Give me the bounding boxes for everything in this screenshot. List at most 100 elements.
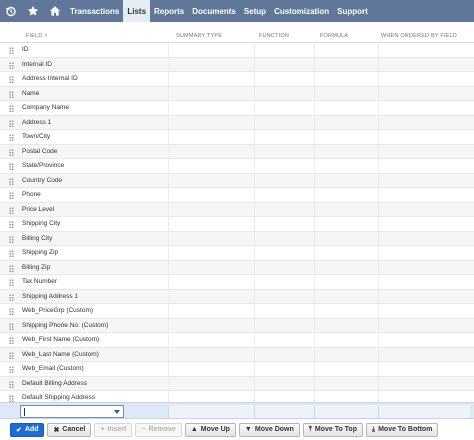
nav-reports[interactable]: Reports [150, 0, 188, 22]
table-row[interactable]: Address 1 [0, 115, 474, 130]
column-divider [314, 202, 315, 216]
table-row[interactable]: Company Name [0, 101, 474, 116]
favorites-star-icon[interactable] [22, 0, 44, 22]
table-row[interactable]: Shipping Address 1 [0, 289, 474, 304]
drag-handle-icon[interactable] [9, 105, 14, 112]
table-row[interactable]: Town/City [0, 130, 474, 145]
table-row[interactable]: Tax Number [0, 275, 474, 290]
column-divider [378, 159, 379, 173]
table-row[interactable]: Web_Last Name (Custom) [0, 347, 474, 362]
nav-documents[interactable]: Documents [188, 0, 240, 22]
drag-handle-icon[interactable] [9, 395, 14, 402]
drag-handle-icon[interactable] [9, 366, 14, 373]
table-row[interactable]: Shipping Zip [0, 246, 474, 261]
table-row[interactable]: Postal Code [0, 144, 474, 159]
drag-handle-icon[interactable] [9, 163, 14, 170]
move-down-button[interactable]: ▼ Move Down [238, 422, 300, 437]
button-bar: ✔ Add ✖ Cancel + Insert − Remove ▲ Move Up ▼ M… [0, 419, 474, 440]
drag-handle-icon[interactable] [9, 119, 14, 127]
column-divider [314, 376, 315, 390]
column-divider [378, 72, 379, 86]
column-header-when-ordered-by-field: WHEN ORDERED BY FIELD [381, 33, 457, 39]
drag-handle-icon[interactable] [9, 235, 14, 243]
drag-handle-icon[interactable] [9, 308, 14, 315]
field-name: Web_First Name (Custom) [22, 336, 100, 343]
column-divider [168, 43, 169, 57]
drag-handle-icon[interactable] [9, 337, 14, 344]
insert-button[interactable]: + Insert [94, 422, 133, 437]
plus-icon: + [100, 426, 105, 433]
field-name: Address 1 [22, 118, 52, 126]
drag-handle-icon[interactable] [9, 192, 14, 199]
table-row[interactable]: Web_Email (Custom) [0, 362, 474, 377]
column-divider [378, 101, 379, 115]
table-row[interactable]: Phone [0, 188, 474, 203]
column-divider [254, 101, 255, 115]
drag-handle-icon[interactable] [9, 206, 14, 214]
column-divider [168, 289, 169, 303]
column-header-field[interactable]: FIELD ˄ [26, 29, 48, 43]
table-row[interactable]: Shipping City [0, 217, 474, 232]
table-row[interactable]: Internal ID [0, 57, 474, 72]
column-divider [168, 57, 169, 71]
column-divider [378, 275, 379, 289]
nav-lists[interactable]: Lists [123, 0, 151, 22]
drag-handle-icon[interactable] [9, 61, 14, 69]
drag-handle-icon[interactable] [9, 279, 14, 286]
table-row[interactable]: State/Province [0, 159, 474, 174]
drag-handle-icon[interactable] [9, 264, 14, 272]
field-select[interactable] [20, 405, 124, 418]
field-name: Company Name [22, 104, 69, 111]
column-divider [254, 72, 255, 86]
drag-handle-icon[interactable] [9, 76, 14, 83]
move-to-bottom-button-label: Move To Bottom [378, 426, 433, 433]
drag-handle-icon[interactable] [9, 90, 14, 98]
nav-customization[interactable]: Customization [270, 0, 333, 22]
column-divider [168, 86, 169, 100]
drag-handle-icon[interactable] [9, 322, 14, 330]
drag-handle-icon[interactable] [9, 250, 14, 257]
field-name: Web_PriceGrp (Custom) [22, 307, 94, 314]
nav-setup[interactable]: Setup [240, 0, 270, 22]
recent-records-icon[interactable] [0, 0, 22, 22]
column-divider [168, 275, 169, 289]
drag-handle-icon[interactable] [9, 177, 14, 185]
table-row[interactable]: ID [0, 43, 474, 58]
column-divider [254, 289, 255, 303]
table-row[interactable]: Web_First Name (Custom) [0, 333, 474, 348]
column-divider [254, 43, 255, 57]
drag-handle-icon[interactable] [9, 134, 14, 141]
drag-handle-icon[interactable] [9, 47, 14, 54]
table-row[interactable]: Country Code [0, 173, 474, 188]
table-row[interactable]: Billing City [0, 231, 474, 246]
table-row[interactable]: Default Billing Address [0, 376, 474, 391]
table-row[interactable]: Web_PriceGrp (Custom) [0, 304, 474, 319]
nav-transactions[interactable]: Transactions [66, 0, 123, 22]
column-divider [314, 188, 315, 202]
function-edit-cell[interactable] [254, 405, 314, 418]
home-icon[interactable] [44, 0, 66, 22]
summary-type-edit-cell[interactable] [168, 405, 254, 418]
formula-edit-cell[interactable] [314, 405, 378, 418]
arrow-up-icon: ▲ [190, 426, 198, 433]
dropdown-arrow-icon[interactable] [114, 410, 120, 414]
table-row[interactable]: Billing Zip [0, 260, 474, 275]
remove-button[interactable]: − Remove [135, 422, 182, 437]
drag-handle-icon[interactable] [9, 351, 14, 359]
nav-support[interactable]: Support [333, 0, 372, 22]
drag-handle-icon[interactable] [9, 293, 14, 301]
move-to-top-button[interactable]: ⤒ Move To Top [302, 422, 363, 437]
drag-handle-icon[interactable] [9, 148, 14, 156]
table-row[interactable]: Shipping Phone No: (Custom) [0, 318, 474, 333]
when-ordered-edit-cell[interactable] [378, 405, 470, 418]
table-row[interactable]: Price Level [0, 202, 474, 217]
column-header-summary-type: SUMMARY TYPE [176, 33, 223, 39]
move-to-bottom-button[interactable]: ⤓ Move To Bottom [365, 422, 439, 437]
add-button[interactable]: ✔ Add [10, 422, 45, 437]
drag-handle-icon[interactable] [9, 380, 14, 388]
move-up-button[interactable]: ▲ Move Up [184, 422, 236, 437]
drag-handle-icon[interactable] [9, 221, 14, 228]
cancel-button[interactable]: ✖ Cancel [47, 422, 92, 437]
table-row[interactable]: Address Internal ID [0, 72, 474, 87]
table-row[interactable]: Name [0, 86, 474, 101]
